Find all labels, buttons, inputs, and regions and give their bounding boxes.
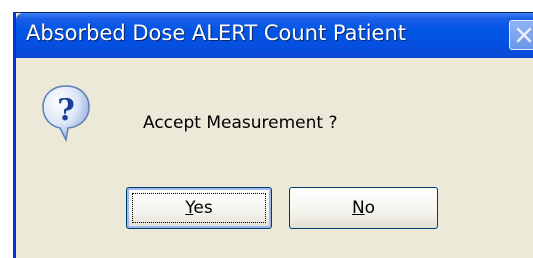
no-button[interactable]: No <box>289 187 438 229</box>
close-icon <box>516 27 532 43</box>
dialog-title: Absorbed Dose ALERT Count Patient <box>26 21 406 45</box>
no-button-label: No <box>351 198 376 218</box>
yes-button-label: Yes <box>185 198 213 218</box>
title-bar[interactable]: Absorbed Dose ALERT Count Patient <box>16 13 533 58</box>
dialog-window: Absorbed Dose ALERT Count Patient ? Acce… <box>13 12 533 258</box>
yes-button[interactable]: Yes <box>126 187 272 229</box>
close-button[interactable] <box>509 20 533 50</box>
svg-text:?: ? <box>57 93 75 128</box>
dialog-message: Accept Measurement ? <box>143 113 338 133</box>
question-icon: ? <box>42 85 90 143</box>
